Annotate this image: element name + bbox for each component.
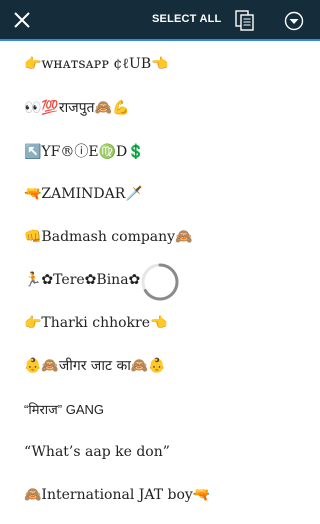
list-item[interactable]: 👶🙈जीगर जाट का🙈👶 <box>0 344 320 387</box>
close-button[interactable] <box>10 8 34 32</box>
list-item[interactable]: ↖️YF®ⓘE♍D💲 <box>0 129 320 172</box>
action-bar: SELECT ALL <box>0 0 320 41</box>
list-item[interactable]: 👉ᴡʜᴀᴛsᴀᴘᴘ ¢ℓUB👈 <box>0 43 320 86</box>
dropdown-circle-icon <box>284 11 304 31</box>
list-item[interactable]: “मिराज” GANG <box>0 387 320 430</box>
list-item[interactable]: 👉Tharki chhokre👈 <box>0 301 320 344</box>
list-item[interactable]: 🔫ZAMINDAR🗡️ <box>0 172 320 215</box>
copy-icon <box>235 10 254 31</box>
loading-spinner-icon <box>140 262 180 302</box>
close-icon <box>14 12 30 28</box>
select-all-button[interactable]: SELECT ALL <box>152 13 221 25</box>
list-item[interactable]: 👀💯राजपुत🙈💪 <box>0 86 320 129</box>
list-item[interactable]: 🙈International JAT boy🔫 <box>0 473 320 516</box>
overflow-menu-button[interactable] <box>284 11 304 31</box>
list-item[interactable]: “What’s aap ke don” <box>0 430 320 473</box>
list-item[interactable]: 👊Badmash company🙈 <box>0 215 320 258</box>
copy-button[interactable] <box>235 10 255 32</box>
